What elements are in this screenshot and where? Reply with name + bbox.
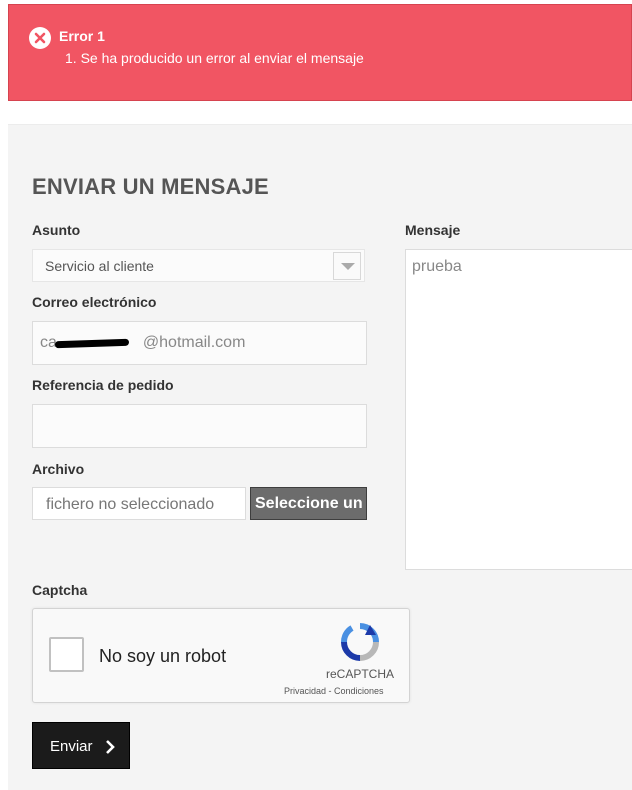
captcha-label: Captcha bbox=[32, 582, 88, 598]
chevron-right-icon bbox=[106, 740, 115, 754]
subject-select[interactable]: Servicio al cliente bbox=[32, 249, 365, 282]
message-textarea[interactable]: prueba bbox=[405, 249, 632, 570]
file-label: Archivo bbox=[32, 461, 85, 477]
chevron-down-icon bbox=[341, 263, 355, 270]
file-select-button[interactable]: Seleccione un bbox=[250, 487, 367, 520]
file-name-field[interactable]: fichero no seleccionado bbox=[32, 487, 246, 520]
subject-value: Servicio al cliente bbox=[45, 258, 154, 274]
file-placeholder: fichero no seleccionado bbox=[46, 496, 215, 513]
recaptcha-icon bbox=[340, 623, 379, 661]
select-dropdown-button[interactable] bbox=[333, 252, 361, 280]
message-value: prueba bbox=[412, 258, 462, 275]
error-alert: Error 1 1. Se ha producido un error al e… bbox=[8, 4, 632, 101]
page-title: ENVIAR UN MENSAJE bbox=[32, 174, 269, 199]
message-label: Mensaje bbox=[405, 222, 461, 238]
recaptcha-brand: reCAPTCHA bbox=[326, 667, 395, 681]
submit-button[interactable]: Enviar bbox=[32, 722, 130, 769]
close-circle-icon bbox=[29, 27, 51, 49]
order-reference-label: Referencia de pedido bbox=[32, 377, 174, 393]
subject-label: Asunto bbox=[32, 222, 81, 238]
captcha-checkbox-label: No soy un robot bbox=[99, 646, 227, 666]
email-label: Correo electrónico bbox=[32, 294, 157, 310]
alert-message: 1. Se ha producido un error al enviar el… bbox=[65, 50, 364, 66]
recaptcha-widget: No soy un robot reCAPTCHA Privacidad - C… bbox=[32, 608, 410, 703]
captcha-checkbox[interactable] bbox=[49, 637, 84, 672]
order-reference-field[interactable] bbox=[32, 404, 367, 448]
alert-title: Error 1 bbox=[59, 28, 105, 44]
email-field[interactable]: ca @hotmail.com bbox=[32, 321, 367, 365]
recaptcha-links[interactable]: Privacidad - Condiciones bbox=[284, 686, 384, 696]
